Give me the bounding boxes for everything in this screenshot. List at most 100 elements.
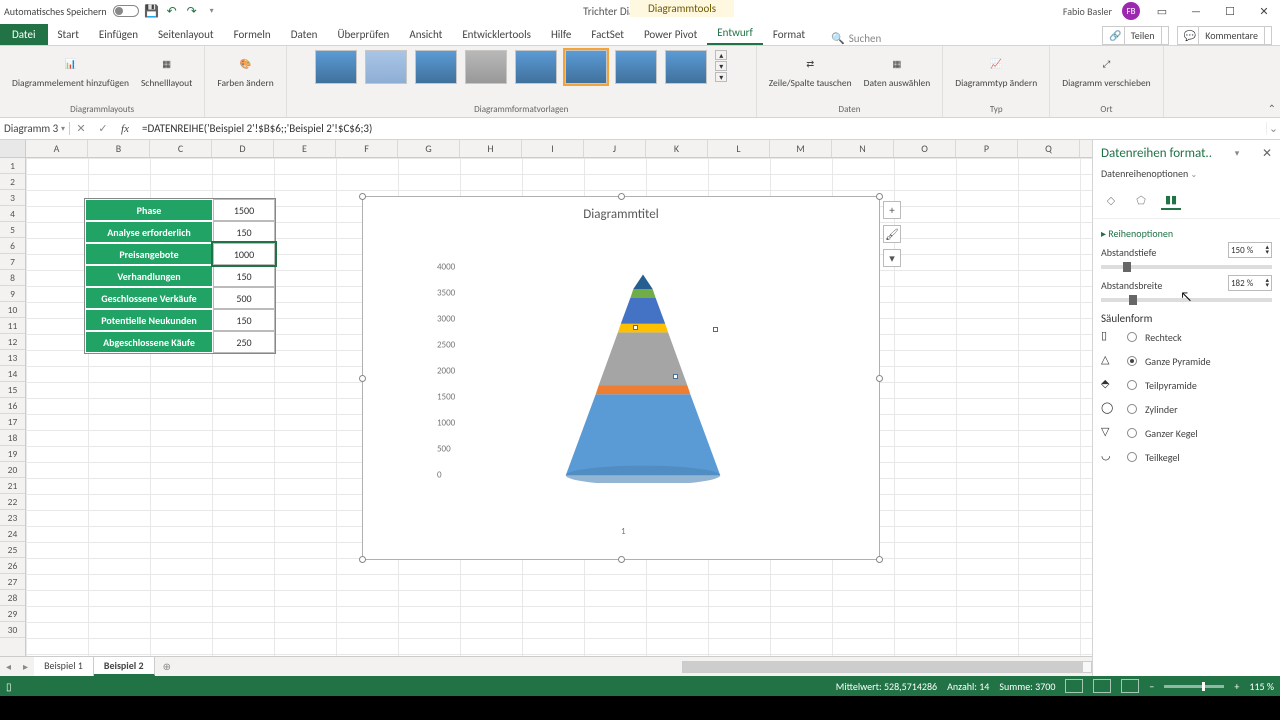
row-header-11[interactable]: 11 (0, 318, 25, 334)
collapse-ribbon-icon[interactable]: ⌃ (1268, 102, 1276, 115)
user-name[interactable]: Fabio Basler (1063, 5, 1112, 18)
move-chart-button[interactable]: ⤢ Diagramm verschieben (1058, 50, 1154, 90)
row-header-27[interactable]: 27 (0, 574, 25, 590)
tab-start[interactable]: Start (48, 24, 89, 45)
cancel-formula-icon[interactable]: ✕ (70, 122, 92, 135)
row-header-5[interactable]: 5 (0, 222, 25, 238)
close-icon[interactable]: ✕ (1252, 1, 1276, 21)
row-header-19[interactable]: 19 (0, 446, 25, 462)
tab-formeln[interactable]: Formeln (224, 24, 281, 45)
chart-filters-button[interactable]: ▾ (883, 249, 901, 267)
chart-style-8[interactable] (665, 50, 707, 84)
user-avatar[interactable]: FB (1122, 2, 1140, 20)
row-header-10[interactable]: 10 (0, 302, 25, 318)
chart-style-7[interactable] (615, 50, 657, 84)
row-header-3[interactable]: 3 (0, 190, 25, 206)
col-header-P[interactable]: P (956, 140, 1018, 157)
plot-area[interactable]: 40003500300025002000150010005000 (393, 247, 859, 519)
sheet-nav-prev-icon[interactable]: ◂ (0, 660, 17, 673)
styles-down-icon[interactable]: ▾ (715, 61, 727, 71)
enter-formula-icon[interactable]: ✓ (92, 122, 114, 135)
row-header-16[interactable]: 16 (0, 398, 25, 414)
shape-radio[interactable] (1127, 380, 1137, 390)
chart-style-3[interactable] (415, 50, 457, 84)
col-header-K[interactable]: K (646, 140, 708, 157)
maximize-icon[interactable]: ☐ (1218, 1, 1242, 21)
zoom-level[interactable]: 115 % (1249, 680, 1274, 693)
col-header-F[interactable]: F (336, 140, 398, 157)
shape-option-rechteck[interactable]: ▯Rechteck (1101, 325, 1272, 349)
row-header-15[interactable]: 15 (0, 382, 25, 398)
table-label-cell[interactable]: Phase (85, 199, 213, 221)
table-label-cell[interactable]: Abgeschlossene Käufe (85, 331, 213, 353)
col-header-Q[interactable]: Q (1018, 140, 1080, 157)
table-label-cell[interactable]: Geschlossene Verkäufe (85, 287, 213, 309)
row-header-6[interactable]: 6 (0, 238, 25, 254)
save-icon[interactable]: 💾 (145, 4, 159, 18)
row-header-30[interactable]: 30 (0, 622, 25, 638)
col-header-I[interactable]: I (522, 140, 584, 157)
chart-style-6[interactable] (565, 50, 607, 84)
quick-layout-button[interactable]: ▦ Schnelllayout (137, 50, 196, 90)
shape-option-zylinder[interactable]: ◯Zylinder (1101, 397, 1272, 421)
chart-style-1[interactable] (315, 50, 357, 84)
tab-entwurf[interactable]: Entwurf (707, 22, 763, 45)
shape-option-ganze-pyramide[interactable]: △Ganze Pyramide (1101, 349, 1272, 373)
table-value-cell[interactable]: 1000 (213, 243, 275, 265)
chart-elements-button[interactable]: + (883, 201, 901, 219)
close-pane-icon[interactable]: ✕ (1262, 146, 1272, 161)
shape-radio[interactable] (1127, 404, 1137, 414)
format-pane-dropdown-icon[interactable]: ▾ (1235, 148, 1240, 159)
zoom-slider[interactable] (1164, 685, 1224, 688)
switch-row-column-button[interactable]: ⇄ Zeile/Spalte tauschen (765, 50, 856, 90)
chart-styles-button[interactable]: 🖌 (883, 225, 901, 243)
table-label-cell[interactable]: Verhandlungen (85, 265, 213, 287)
chart-style-5[interactable] (515, 50, 557, 84)
col-header-H[interactable]: H (460, 140, 522, 157)
gap-depth-slider[interactable] (1101, 265, 1272, 269)
col-header-O[interactable]: O (894, 140, 956, 157)
page-layout-view-icon[interactable] (1093, 679, 1111, 693)
shape-radio[interactable] (1127, 452, 1137, 462)
row-header-4[interactable]: 4 (0, 206, 25, 222)
col-header-B[interactable]: B (88, 140, 150, 157)
tab-power pivot[interactable]: Power Pivot (634, 24, 707, 45)
sheet-tab-beispiel-2[interactable]: Beispiel 2 (94, 657, 155, 676)
row-header-7[interactable]: 7 (0, 254, 25, 270)
pyramid-series[interactable] (563, 261, 723, 483)
row-header-13[interactable]: 13 (0, 350, 25, 366)
change-colors-button[interactable]: 🎨 Farben ändern (213, 50, 277, 90)
shape-radio[interactable] (1127, 356, 1137, 366)
row-header-28[interactable]: 28 (0, 590, 25, 606)
record-macro-icon[interactable]: ▯ (6, 680, 12, 693)
col-header-L[interactable]: L (708, 140, 770, 157)
row-header-1[interactable]: 1 (0, 158, 25, 174)
autosave-toggle[interactable] (113, 5, 139, 17)
col-header-J[interactable]: J (584, 140, 646, 157)
add-sheet-button[interactable]: ⊕ (155, 660, 179, 673)
file-tab[interactable]: Datei (0, 24, 48, 45)
table-value-cell[interactable]: 150 (213, 265, 275, 287)
tab-überprüfen[interactable]: Überprüfen (327, 24, 399, 45)
shape-option-teilpyramide[interactable]: ⬘Teilpyramide (1101, 373, 1272, 397)
chart-title[interactable]: Diagrammtitel (363, 197, 879, 226)
row-header-2[interactable]: 2 (0, 174, 25, 190)
effects-tab-icon[interactable]: ⬠ (1131, 190, 1151, 210)
tab-format[interactable]: Format (763, 24, 815, 45)
formula-input[interactable]: =DATENREIHE('Beispiel 2'!$B$6;;'Beispiel… (136, 122, 1266, 135)
row-header-20[interactable]: 20 (0, 462, 25, 478)
col-header-C[interactable]: C (150, 140, 212, 157)
row-header-22[interactable]: 22 (0, 494, 25, 510)
qat-more-icon[interactable]: ▾ (205, 4, 219, 18)
shape-radio[interactable] (1127, 428, 1137, 438)
tab-entwicklertools[interactable]: Entwicklertools (452, 24, 541, 45)
col-header-M[interactable]: M (770, 140, 832, 157)
chart-style-4[interactable] (465, 50, 507, 84)
row-header-17[interactable]: 17 (0, 414, 25, 430)
page-break-view-icon[interactable] (1121, 679, 1139, 693)
shape-radio[interactable] (1127, 332, 1137, 342)
ribbon-display-icon[interactable]: ▭ (1150, 1, 1174, 21)
fill-line-tab-icon[interactable]: ◇ (1101, 190, 1121, 210)
tab-ansicht[interactable]: Ansicht (399, 24, 452, 45)
gap-depth-input[interactable]: 150 %▴▾ (1228, 242, 1272, 258)
